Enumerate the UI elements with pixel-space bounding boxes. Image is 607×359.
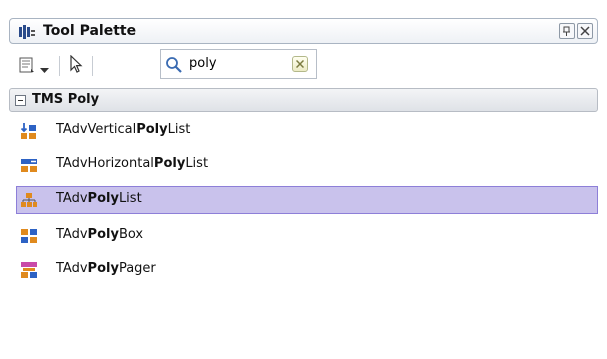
pin-button[interactable]: [559, 23, 575, 39]
item-label: TAdvHorizontalPolyList: [56, 156, 209, 171]
palette-item[interactable]: TAdvVerticalPolyList: [16, 117, 598, 145]
poly-pager-icon: [20, 261, 38, 279]
horizontal-list-icon: [20, 156, 38, 174]
clear-search-button[interactable]: [292, 56, 308, 72]
collapse-icon[interactable]: [15, 95, 26, 106]
search-box[interactable]: poly: [160, 49, 317, 79]
poly-box-icon: [20, 227, 38, 245]
search-icon: [165, 56, 183, 78]
window-title: Tool Palette: [43, 23, 137, 39]
toolbar-separator: [59, 56, 60, 76]
categories-icon[interactable]: [19, 57, 35, 77]
search-input[interactable]: poly: [189, 56, 217, 71]
toolbar-separator: [92, 56, 93, 76]
palette-item[interactable]: TAdvHorizontalPolyList: [16, 151, 598, 179]
close-button[interactable]: [577, 23, 593, 39]
category-label: TMS Poly: [32, 92, 100, 107]
tool-palette-panel: Tool Palette poly TMS Poly TAdvVerticalP…: [0, 0, 607, 359]
title-bar[interactable]: Tool Palette: [9, 18, 598, 44]
tool-palette-icon: [18, 24, 36, 40]
palette-item-selected[interactable]: TAdvPolyList: [16, 186, 598, 214]
chevron-down-icon[interactable]: [40, 63, 49, 78]
palette-item[interactable]: TAdvPolyPager: [16, 256, 598, 284]
item-label: TAdvPolyBox: [56, 227, 144, 242]
pointer-arrow-icon[interactable]: [69, 54, 85, 77]
item-label: TAdvPolyList: [56, 191, 142, 206]
item-label: TAdvPolyPager: [56, 261, 156, 276]
poly-list-icon: [20, 191, 38, 209]
item-label: TAdvVerticalPolyList: [56, 122, 191, 137]
palette-item[interactable]: TAdvPolyBox: [16, 222, 598, 250]
vertical-list-icon: [20, 122, 38, 140]
category-header[interactable]: TMS Poly: [9, 88, 598, 112]
